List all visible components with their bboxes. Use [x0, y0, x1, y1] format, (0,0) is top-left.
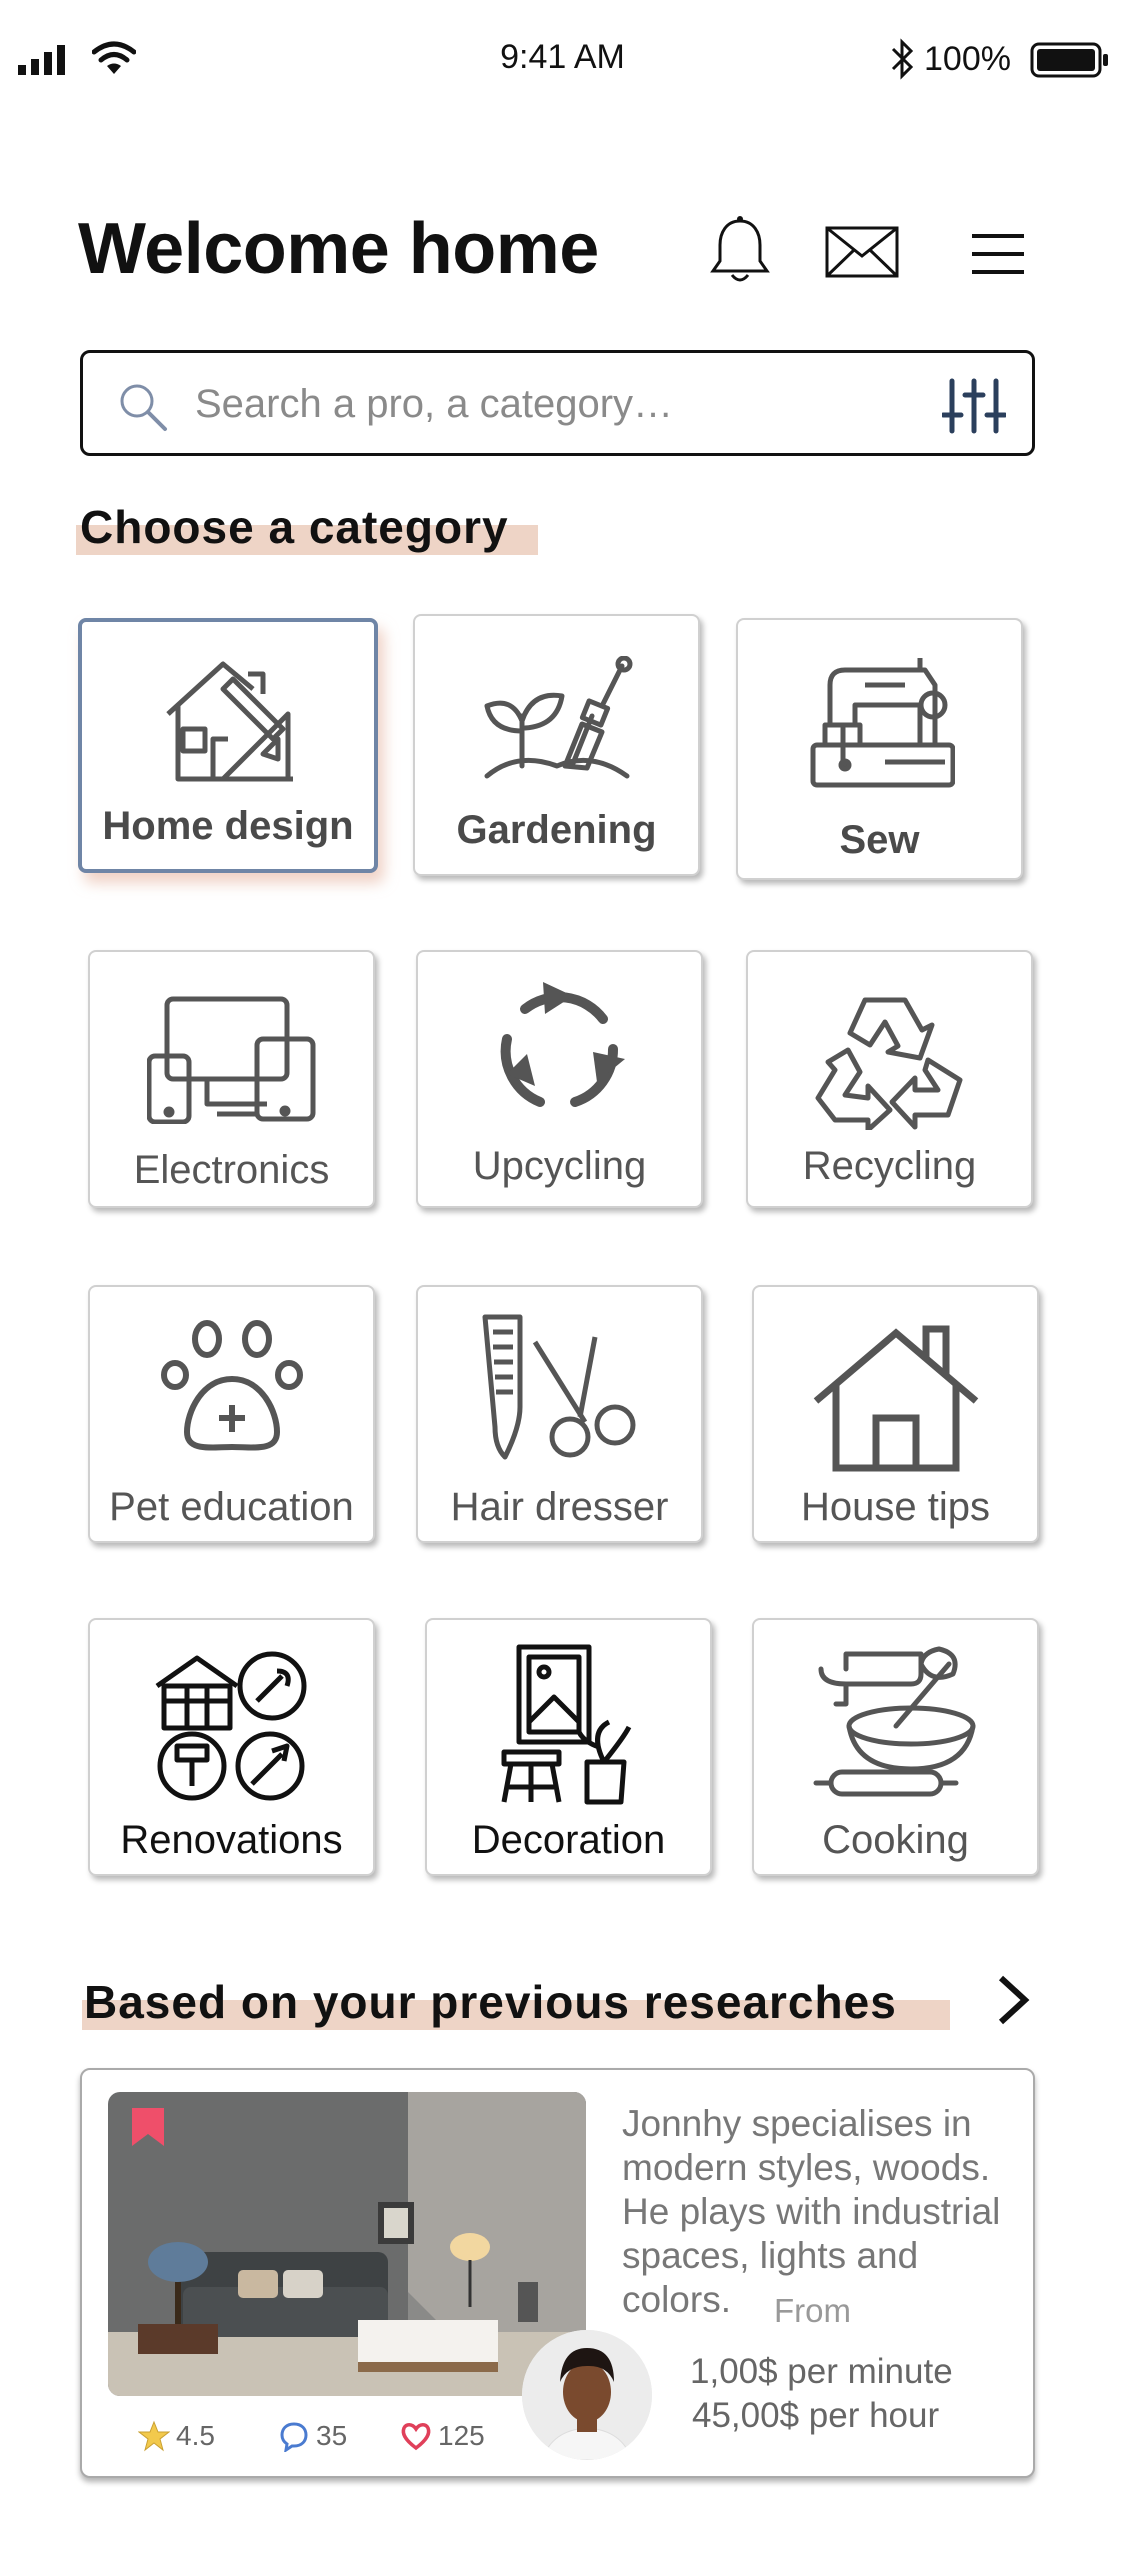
category-label: House tips: [801, 1485, 990, 1529]
avatar[interactable]: [522, 2330, 652, 2460]
home-design-icon: [166, 661, 293, 782]
rating-value: 4.5: [176, 2420, 215, 2451]
pro-description: Jonnhy specialises in modern styles, woo…: [622, 2103, 1001, 2320]
devices-icon: [146, 996, 315, 1124]
bookmark-icon[interactable]: [130, 2106, 166, 2148]
cooking-icon: [813, 1646, 975, 1797]
price-per-minute: 1,00$ per minute: [690, 2352, 953, 2391]
category-card-recycling[interactable]: Recycling: [746, 950, 1033, 1208]
comments[interactable]: 35: [278, 2420, 347, 2452]
sewing-machine-icon: [810, 658, 955, 788]
category-card-electronics[interactable]: Electronics: [88, 950, 375, 1208]
pro-card[interactable]: Jonnhy specialises in modern styles, woo…: [80, 2068, 1035, 2478]
battery-percent: 100%: [924, 40, 1011, 78]
category-label: Home design: [102, 804, 354, 848]
category-label: Gardening: [456, 808, 657, 852]
category-card-gardening[interactable]: Gardening: [413, 614, 700, 876]
search-input[interactable]: [195, 375, 895, 433]
category-card-upcycling[interactable]: Upcycling: [416, 950, 703, 1208]
status-bar: 9:41 AM 100%: [0, 0, 1125, 120]
category-card-cooking[interactable]: Cooking: [752, 1618, 1039, 1876]
star-icon: [138, 2420, 170, 2452]
category-label: Decoration: [471, 1818, 666, 1862]
bluetooth-icon: [891, 38, 914, 80]
bell-icon[interactable]: [708, 215, 772, 287]
category-label: Renovations: [120, 1818, 343, 1862]
search-icon: [120, 384, 167, 431]
category-label: Recycling: [802, 1144, 977, 1188]
house-icon: [813, 1325, 978, 1472]
category-card-house-tips[interactable]: House tips: [752, 1285, 1039, 1543]
search-bar: [80, 350, 1035, 456]
category-label: Hair dresser: [450, 1485, 669, 1529]
paw-icon: [160, 1320, 303, 1451]
mail-icon[interactable]: [824, 222, 900, 282]
filter-sliders-icon[interactable]: [942, 377, 1006, 435]
hamburger-menu-icon[interactable]: [970, 230, 1026, 278]
decoration-icon: [501, 1644, 631, 1805]
likes-count: 125: [438, 2420, 485, 2451]
category-label: Sew: [839, 818, 920, 862]
room-photo: [108, 2092, 586, 2396]
comments-count: 35: [316, 2420, 348, 2451]
battery-icon: [1030, 42, 1108, 78]
price-from-label: From: [774, 2292, 851, 2329]
recycling-icon: [815, 997, 962, 1130]
category-label: Cooking: [822, 1818, 969, 1862]
category-card-sew[interactable]: Sew: [736, 618, 1023, 880]
comment-icon: [280, 2422, 308, 2452]
category-card-decoration[interactable]: Decoration: [425, 1618, 712, 1876]
category-card-home-design[interactable]: Home design: [78, 618, 378, 873]
category-card-renovations[interactable]: Renovations: [88, 1618, 375, 1876]
rating: 4.5: [138, 2420, 215, 2452]
category-label: Pet education: [109, 1485, 354, 1529]
heart-icon: [401, 2423, 431, 2451]
category-heading: Choose a category: [80, 501, 509, 553]
likes[interactable]: 125: [400, 2420, 485, 2452]
chevron-right-icon[interactable]: [995, 1972, 1031, 2028]
category-card-hair-dresser[interactable]: Hair dresser: [416, 1285, 703, 1543]
upcycling-arrows-icon: [500, 982, 625, 1107]
previous-heading: Based on your previous researches: [84, 1976, 897, 2028]
category-card-pet-education[interactable]: Pet education: [88, 1285, 375, 1543]
category-label: Upcycling: [472, 1144, 647, 1188]
price-per-hour: 45,00$ per hour: [692, 2396, 940, 2435]
gardening-icon: [484, 656, 632, 779]
category-label: Electronics: [133, 1148, 330, 1192]
renovation-tools-icon: [155, 1651, 306, 1801]
comb-scissors-icon: [482, 1314, 635, 1460]
page-title: Welcome home: [78, 209, 599, 289]
